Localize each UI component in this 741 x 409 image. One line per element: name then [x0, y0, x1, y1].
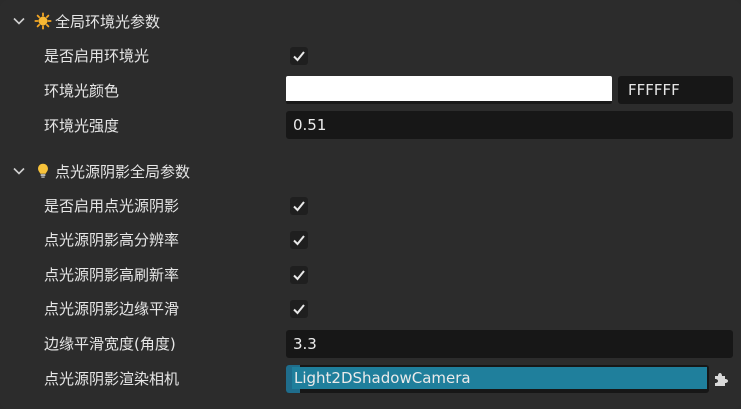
row-ambient-intensity: 环境光强度 0.51 [0, 111, 741, 141]
section-title: 点光源阴影全局参数 [55, 162, 191, 181]
row-edge-smooth: 点光源阴影边缘平滑 [0, 294, 741, 324]
section-title: 全局环境光参数 [55, 12, 161, 31]
ambient-color-swatch[interactable] [286, 76, 612, 104]
high-resolution-checkbox[interactable] [290, 231, 308, 249]
row-enable-ambient: 是否启用环境光 [0, 41, 741, 71]
row-high-resolution: 点光源阴影高分辨率 [0, 225, 741, 255]
property-label: 环境光强度 [44, 117, 120, 135]
edge-smooth-checkbox[interactable] [290, 300, 308, 318]
check-icon [293, 270, 305, 281]
enable-ambient-checkbox[interactable] [290, 47, 308, 65]
sun-icon [34, 12, 52, 30]
check-icon [293, 201, 305, 212]
property-label: 是否启用环境光 [44, 47, 150, 65]
row-enable-point-shadow: 是否启用点光源阴影 [0, 191, 741, 221]
smooth-width-input[interactable]: 3.3 [286, 330, 733, 358]
ambient-intensity-input[interactable]: 0.51 [286, 111, 733, 139]
chevron-down-icon[interactable] [12, 14, 26, 28]
row-high-refresh: 点光源阴影高刷新率 [0, 260, 741, 290]
property-label: 边缘平滑宽度(角度) [44, 335, 176, 353]
check-icon [293, 235, 305, 246]
enable-point-shadow-checkbox[interactable] [290, 197, 308, 215]
high-refresh-checkbox[interactable] [290, 266, 308, 284]
property-label: 点光源阴影高分辨率 [44, 231, 180, 249]
ambient-color-hex-input[interactable]: FFFFFF [618, 76, 733, 104]
check-icon [293, 51, 305, 62]
shadow-camera-value[interactable]: Light2DShadowCamera [292, 367, 707, 389]
property-label: 点光源阴影高刷新率 [44, 266, 180, 284]
row-ambient-color: 环境光颜色 FFFFFF [0, 76, 741, 106]
shadow-camera-object-field[interactable]: Light2DShadowCamera [286, 365, 709, 393]
section-header-ambient[interactable]: 全局环境光参数 [0, 6, 160, 36]
row-smooth-width: 边缘平滑宽度(角度) 3.3 [0, 329, 741, 359]
property-label: 是否启用点光源阴影 [44, 197, 180, 215]
property-label: 环境光颜色 [44, 82, 120, 100]
property-label: 点光源阴影边缘平滑 [44, 300, 180, 318]
properties-panel: 全局环境光参数 是否启用环境光 环境光颜色 FFFFFF 环境光强度 0.51 … [0, 0, 741, 409]
property-label: 点光源阴影渲染相机 [44, 370, 180, 388]
section-header-point-shadow[interactable]: 点光源阴影全局参数 [0, 156, 190, 186]
lightbulb-icon [38, 163, 48, 179]
check-icon [293, 304, 305, 315]
chevron-down-icon[interactable] [12, 164, 26, 178]
row-shadow-camera: 点光源阴影渲染相机 Light2DShadowCamera [0, 364, 741, 394]
puzzle-icon[interactable] [711, 365, 731, 393]
